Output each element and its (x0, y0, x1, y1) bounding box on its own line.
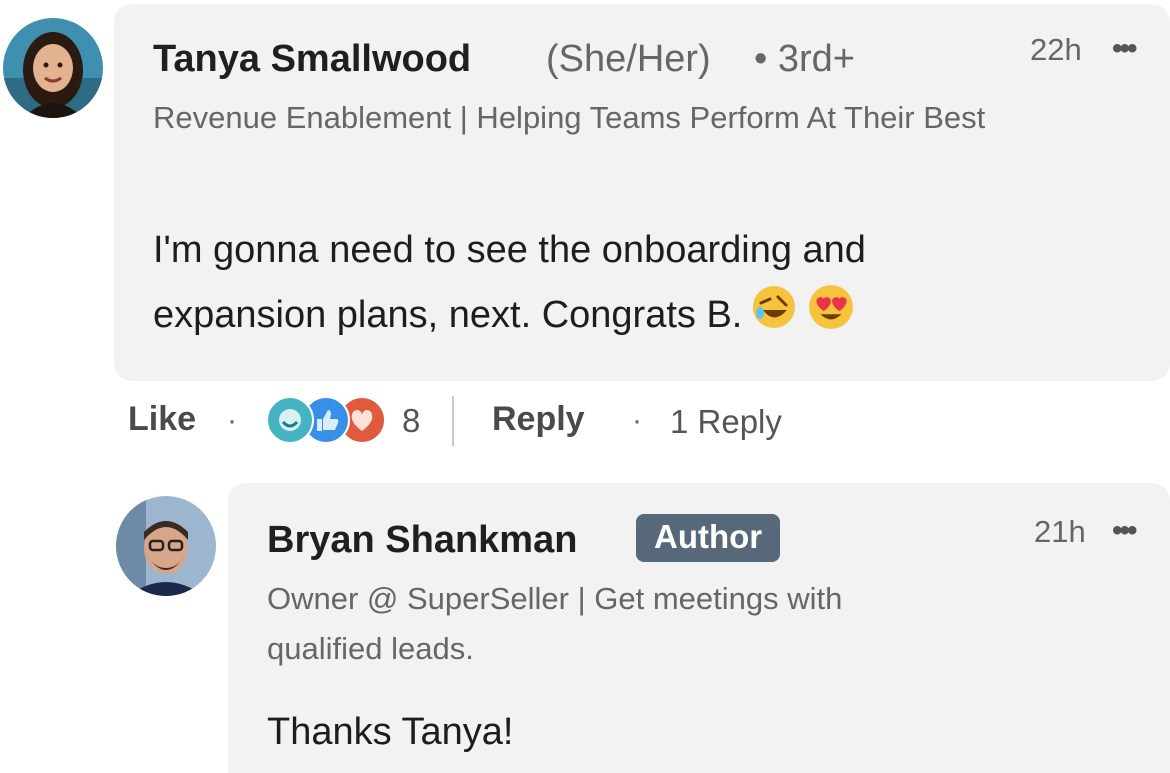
reply-timestamp: 21h (1034, 514, 1086, 549)
comment-connection-degree: • 3rd+ (754, 38, 855, 80)
comment-more-options-icon[interactable]: ••• (1112, 32, 1137, 66)
comment-body: I'm gonna need to see the onboarding and… (153, 218, 1033, 352)
reply-separator-dot: · (632, 404, 642, 437)
avatar-tanya[interactable] (3, 18, 103, 118)
comment-author-name[interactable]: Tanya Smallwood (153, 38, 471, 81)
heart-eyes-emoji-icon (806, 282, 856, 352)
action-separator-dot: · (227, 404, 237, 437)
author-badge: Author (636, 514, 781, 562)
comment-author-headline: Revenue Enablement | Helping Teams Perfo… (153, 100, 986, 135)
reply-button[interactable]: Reply (492, 400, 585, 439)
reply-body: Thanks Tanya! (267, 711, 514, 753)
celebrate-reaction-icon (266, 396, 314, 444)
rolling-laughing-emoji-icon (750, 283, 798, 351)
replies-count-link[interactable]: 1 Reply (670, 403, 782, 441)
avatar-bryan[interactable] (116, 496, 216, 596)
comment-author-pronouns: (She/Her) (546, 38, 711, 80)
reply-author-name[interactable]: Bryan Shankman (267, 519, 577, 562)
action-divider (452, 396, 454, 446)
like-button[interactable]: Like (128, 400, 196, 439)
reply-more-options-icon[interactable]: ••• (1112, 514, 1137, 548)
reaction-icons[interactable] (266, 396, 396, 444)
reaction-count[interactable]: 8 (402, 402, 420, 440)
reply-author-headline: Owner @ SuperSeller | Get meetings with … (267, 581, 843, 666)
comment-timestamp: 22h (1030, 32, 1082, 67)
